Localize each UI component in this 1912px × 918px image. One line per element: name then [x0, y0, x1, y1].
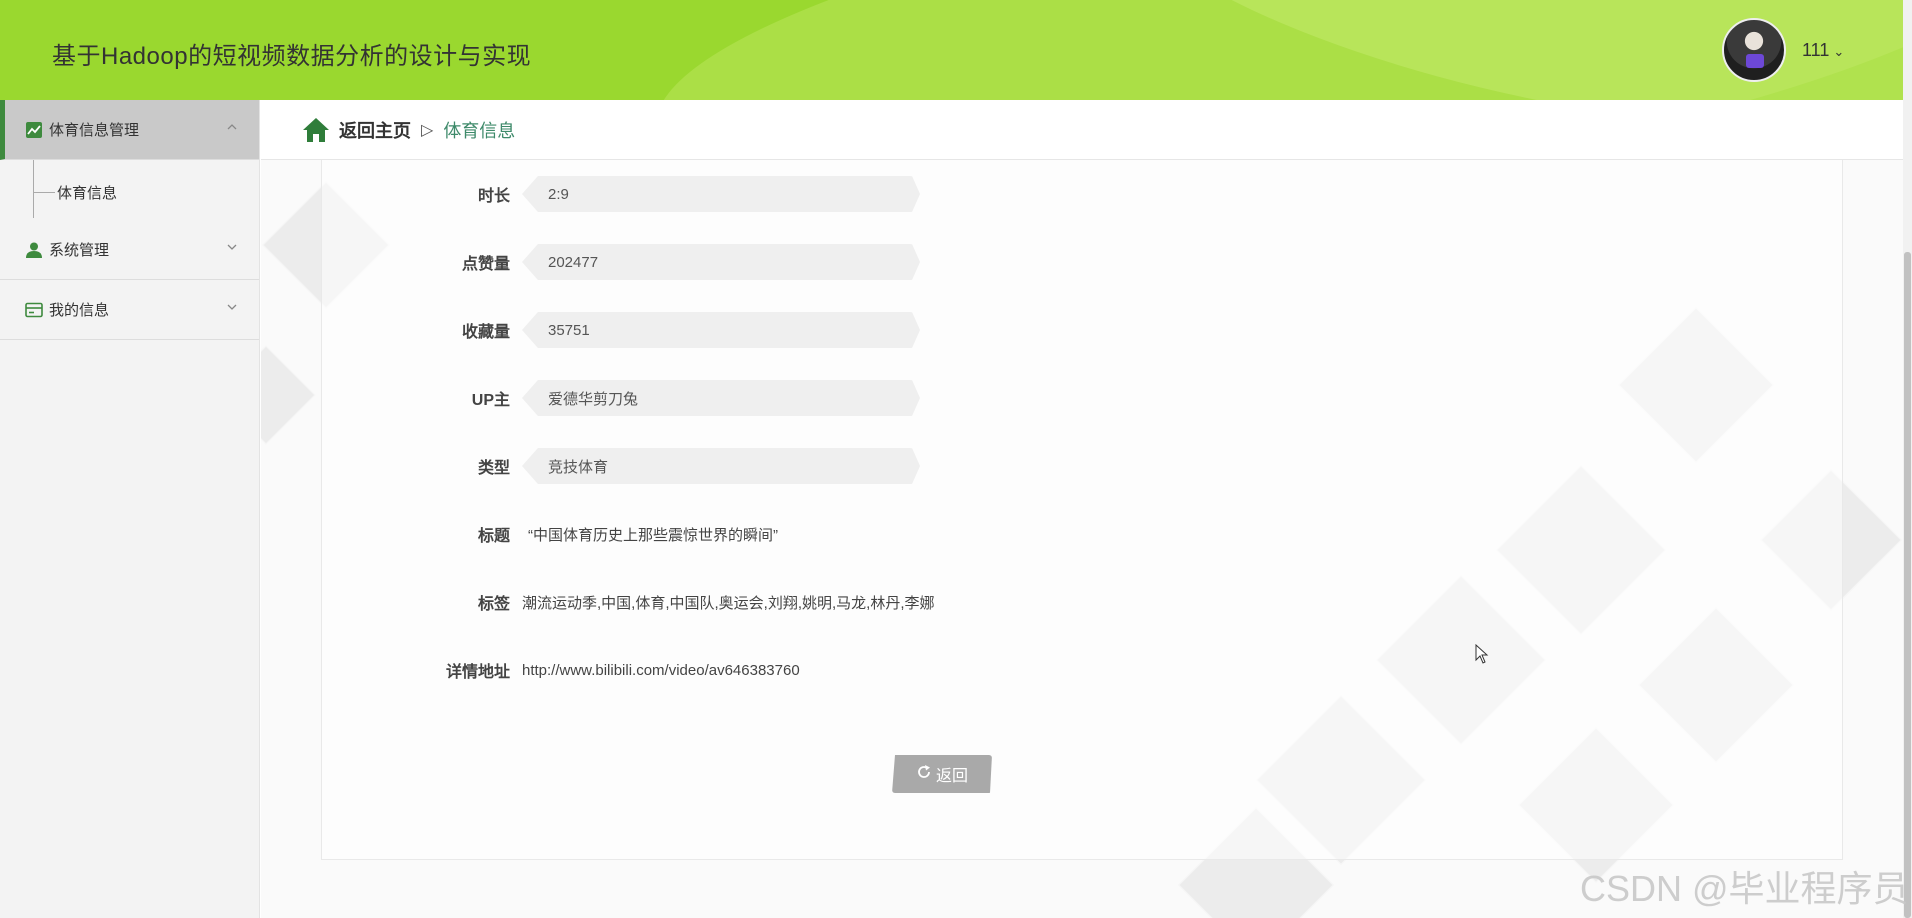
scrollbar-thumb[interactable]: [1904, 252, 1911, 918]
sidebar-menu-label: 系统管理: [49, 242, 110, 259]
form-row-url: 详情地址 http://www.bilibili.com/video/av646…: [322, 652, 800, 688]
breadcrumb-current: 体育信息: [443, 120, 516, 141]
field-label: 类型: [477, 460, 510, 477]
tree-branch: [33, 192, 55, 193]
sidebar-menu-system-management[interactable]: 系统管理: [0, 220, 259, 280]
form-row-category: 类型 竞技体育: [322, 448, 920, 484]
form-row-title: 标题 “中国体育历史上那些震惊世界的瞬间”: [322, 516, 778, 552]
mouse-cursor-icon: [1475, 644, 1489, 664]
page-scrollbar[interactable]: [1903, 0, 1912, 918]
sidebar-menu-sports-management[interactable]: 体育信息管理: [0, 100, 259, 160]
category-field[interactable]: 竞技体育: [522, 448, 920, 484]
chevron-down-icon: ⌄: [1833, 44, 1845, 59]
field-label: UP主: [471, 392, 510, 409]
breadcrumb: 返回主页 ▷ 体育信息: [261, 100, 1903, 160]
sidebar-menu-label: 我的信息: [49, 302, 110, 319]
refresh-icon: [916, 764, 932, 785]
uploader-field[interactable]: 爱德华剪刀兔: [522, 380, 920, 416]
avatar-image-detail: [1746, 54, 1764, 68]
field-label: 标签: [477, 596, 510, 613]
app-title: 基于Hadoop的短视频数据分析的设计与实现: [52, 43, 532, 70]
sidebar: 体育信息管理 体育信息 系统管理 我的信息: [0, 100, 260, 918]
tags-value: 潮流运动季,中国,体育,中国队,奥运会,刘翔,姚明,马龙,林丹,李娜: [522, 594, 935, 612]
detail-url-value: http://www.bilibili.com/video/av64638376…: [522, 661, 800, 679]
sidebar-menu-label: 体育信息管理: [49, 122, 140, 139]
bg-decor-tile: [261, 345, 316, 445]
user-name: 111: [1802, 40, 1830, 60]
card-icon: [24, 300, 44, 320]
chevron-down-icon: [227, 304, 237, 310]
main-content: 时长 2:9 点赞量 202477 收藏量 35751 UP主 爱德华剪刀兔 类…: [261, 160, 1903, 918]
sidebar-submenu: 体育信息: [0, 160, 259, 220]
detail-form-card: 时长 2:9 点赞量 202477 收藏量 35751 UP主 爱德华剪刀兔 类…: [321, 160, 1843, 860]
form-row-likes: 点赞量 202477: [322, 244, 920, 280]
sidebar-item-label: 体育信息: [57, 185, 118, 202]
form-row-duration: 时长 2:9: [322, 176, 920, 212]
form-row-favorites: 收藏量 35751: [322, 312, 920, 348]
avatar[interactable]: [1722, 18, 1786, 82]
field-label: 时长: [477, 188, 510, 205]
breadcrumb-separator: ▷: [421, 121, 434, 139]
sidebar-item-sports-info[interactable]: 体育信息: [33, 182, 117, 203]
field-label: 标题: [477, 528, 510, 545]
duration-field[interactable]: 2:9: [522, 176, 920, 212]
watermark: CSDN @毕业程序员: [1580, 868, 1909, 909]
user-icon: [24, 240, 44, 260]
user-menu[interactable]: 111 ⌄: [1802, 40, 1844, 61]
top-header: 基于Hadoop的短视频数据分析的设计与实现 111 ⌄: [0, 0, 1903, 100]
title-value: “中国体育历史上那些震惊世界的瞬间”: [528, 526, 778, 544]
chevron-down-icon: [227, 244, 237, 250]
form-row-tags: 标签 潮流运动季,中国,体育,中国队,奥运会,刘翔,姚明,马龙,林丹,李娜: [322, 584, 935, 620]
likes-field[interactable]: 202477: [522, 244, 920, 280]
home-icon[interactable]: [301, 115, 331, 145]
back-button[interactable]: 返回: [892, 755, 992, 793]
back-button-label: 返回: [935, 768, 968, 785]
field-label: 收藏量: [461, 324, 510, 341]
favorites-field[interactable]: 35751: [522, 312, 920, 348]
breadcrumb-home-link[interactable]: 返回主页: [339, 117, 411, 143]
form-row-uploader: UP主 爱德华剪刀兔: [322, 380, 920, 416]
chevron-up-icon: [227, 124, 237, 130]
field-label: 详情地址: [445, 664, 510, 681]
chart-line-icon: [24, 120, 44, 140]
field-label: 点赞量: [461, 256, 510, 273]
sidebar-menu-my-info[interactable]: 我的信息: [0, 280, 259, 340]
